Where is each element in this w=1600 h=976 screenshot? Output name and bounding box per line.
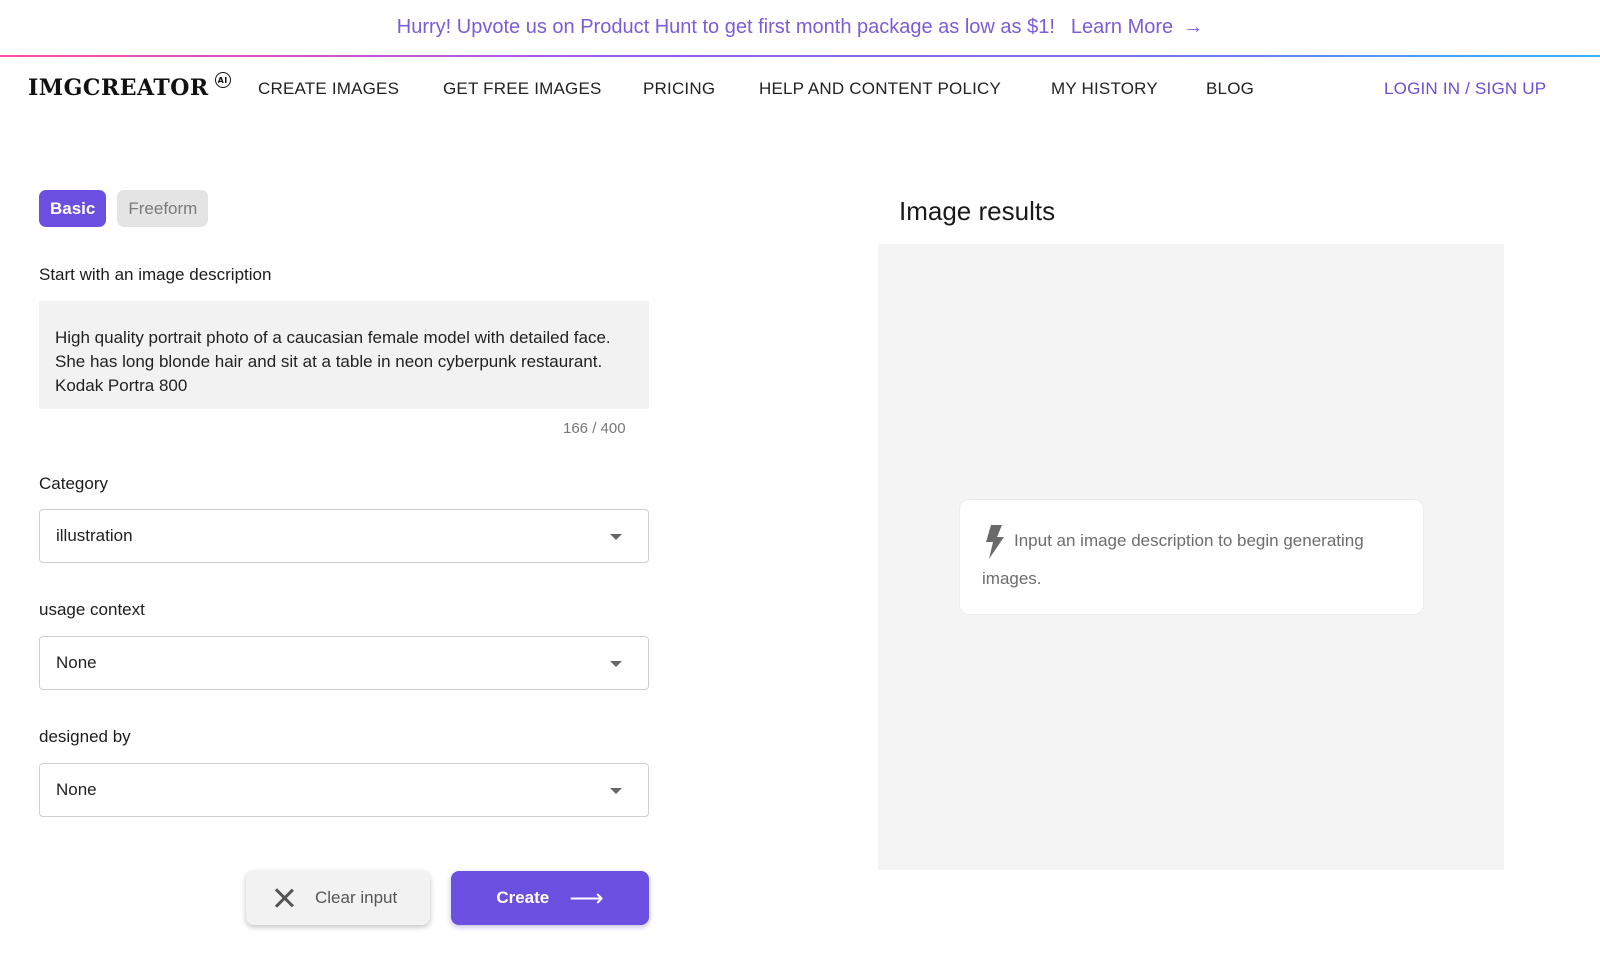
description-input[interactable]: High quality portrait photo of a caucasi… (39, 301, 649, 409)
description-label: Start with an image description (39, 265, 272, 284)
nav-blog[interactable]: BLOG (1206, 79, 1254, 99)
learn-more-label: Learn More (1070, 16, 1174, 38)
login-signup-link[interactable]: LOGIN IN / SIGN UP (1384, 79, 1546, 99)
logo[interactable]: IMGCREATOR AI (28, 72, 231, 101)
category-value: illustration (56, 526, 133, 545)
nav-help-content-policy[interactable]: HELP AND CONTENT POLICY (759, 79, 1001, 99)
category-label: Category (39, 474, 108, 493)
empty-state-text: Input an image description to begin gene… (982, 531, 1364, 588)
learn-more-link[interactable]: Learn More → (1071, 16, 1203, 39)
promo-text: Hurry! Upvote us on Product Hunt to get … (396, 16, 1055, 38)
logo-text: IMGCREATOR (28, 75, 209, 101)
chevron-down-icon (610, 534, 622, 540)
arrow-right-icon: ⟶ (569, 884, 604, 912)
usage-context-value: None (56, 653, 97, 672)
tab-basic[interactable]: Basic (39, 190, 107, 227)
create-label: Create (496, 888, 550, 907)
clear-input-label: Clear input (315, 888, 398, 907)
lightning-bolt-icon (986, 524, 1004, 559)
designed-by-select[interactable]: None (39, 763, 649, 817)
designed-by-label: designed by (39, 727, 131, 746)
designed-by-value: None (56, 780, 97, 799)
chevron-down-icon (610, 661, 622, 667)
nav-create-images[interactable]: CREATE IMAGES (258, 79, 399, 99)
nav-get-free-images[interactable]: GET FREE IMAGES (443, 79, 602, 99)
usage-context-select[interactable]: None (39, 636, 649, 690)
promo-banner: Hurry! Upvote us on Product Hunt to get … (0, 0, 1600, 55)
category-select[interactable]: illustration (39, 509, 649, 563)
usage-context-label: usage context (39, 600, 145, 619)
ai-badge-icon: AI (214, 72, 231, 88)
close-icon (273, 887, 295, 909)
clear-input-button[interactable]: Clear input (246, 871, 430, 925)
nav-my-history[interactable]: MY HISTORY (1051, 79, 1158, 99)
nav-pricing[interactable]: PRICING (643, 79, 715, 99)
top-nav: IMGCREATOR AI CREATE IMAGES GET FREE IMA… (0, 57, 1600, 125)
arrow-right-icon: → (1183, 16, 1204, 38)
empty-state-card: Input an image description to begin gene… (959, 499, 1424, 615)
create-button[interactable]: Create ⟶ (451, 871, 649, 925)
results-title: Image results (899, 196, 1056, 226)
character-counter: 166 / 400 (563, 420, 626, 437)
tab-freeform[interactable]: Freeform (117, 190, 209, 227)
mode-tabs: Basic Freeform (39, 190, 209, 227)
chevron-down-icon (610, 788, 622, 794)
